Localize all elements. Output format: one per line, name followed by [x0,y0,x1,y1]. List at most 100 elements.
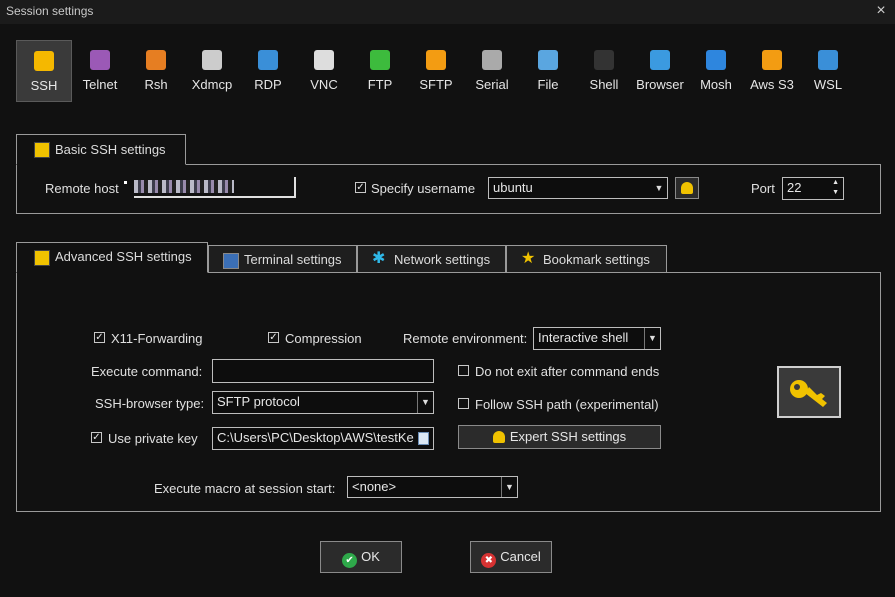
protocol-rsh-button[interactable]: Rsh [128,40,184,102]
protocol-label: Rsh [144,77,168,92]
sftp-icon [426,50,446,70]
remote-host-input[interactable] [124,177,296,199]
key-icon [790,380,827,407]
user-icon [681,182,693,194]
specify-username-label: Specify username [371,181,476,196]
protocol-sftp-button[interactable]: SFTP [408,40,464,102]
remote-host-label: Remote host [45,181,119,196]
telnet-icon [90,50,110,70]
protocol-label: File [537,77,559,92]
vnc-icon [314,50,334,70]
protocol-label: Serial [475,77,509,92]
ssh-browser-type-dropdown[interactable]: SFTP protocol ▼ [212,391,434,414]
remote-environment-value: Interactive shell [538,330,629,345]
private-key-path-value: C:\Users\PC\Desktop\AWS\testKe [217,430,414,445]
window-title: Session settings [6,4,94,18]
port-spinbox[interactable]: 22 ▲ ▼ [782,177,844,200]
execute-macro-dropdown[interactable]: <none> ▼ [347,476,518,498]
protocol-label: WSL [813,77,843,92]
globe-icon [650,50,670,70]
specify-username-checkbox[interactable]: ✓ [355,182,366,193]
use-private-key-checkbox[interactable]: ✓ [91,432,102,443]
network-icon: ✱ [372,250,386,267]
execute-macro-value: <none> [352,479,397,494]
user-settings-icon [492,431,505,443]
protocol-shell-button[interactable]: Shell [576,40,632,102]
x11-forwarding-label: X11-Forwarding [111,331,203,346]
close-icon[interactable]: × [872,2,890,20]
wsl-icon [818,50,838,70]
cancel-label: Cancel [500,549,541,564]
ftp-icon [370,50,390,70]
compression-label: Compression [285,331,362,346]
protocol-label: RDP [254,77,282,92]
protocol-serial-button[interactable]: Serial [464,40,520,102]
chevron-down-icon: ▼ [654,183,664,193]
chevron-down-icon: ▼ [644,328,660,349]
expert-ssh-settings-label: Expert SSH settings [509,429,627,444]
x11-forwarding-checkbox[interactable]: ✓ [94,332,105,343]
user-manager-button[interactable] [675,177,699,199]
protocol-label: Xdmcp [191,77,233,92]
protocol-label: Telnet [82,77,118,92]
key-icon [34,250,50,266]
shell-icon [594,50,614,70]
tab-label: Bookmark settings [543,252,650,267]
follow-ssh-path-checkbox[interactable] [458,398,469,409]
serial-icon [482,50,502,70]
cancel-circle-icon: ✖ [481,553,497,568]
protocol-wsl-button[interactable]: WSL [800,40,856,102]
xdmcp-icon [202,50,222,70]
protocol-vnc-button[interactable]: VNC [296,40,352,102]
private-key-path-input[interactable]: C:\Users\PC\Desktop\AWS\testKe [212,427,434,450]
port-value: 22 [787,180,802,195]
port-label: Port [751,181,775,196]
file-browse-icon[interactable] [418,432,429,445]
tab-network-settings[interactable]: ✱ Network settings [357,245,506,273]
use-private-key-label: Use private key [108,431,198,446]
do-not-exit-label: Do not exit after command ends [475,364,660,379]
compression-checkbox[interactable]: ✓ [268,332,279,343]
protocol-browser-button[interactable]: Browser [632,40,688,102]
execute-command-input[interactable] [212,359,434,383]
execute-command-label: Execute command: [91,364,203,379]
tab-label: Network settings [394,252,491,267]
cancel-button[interactable]: ✖ Cancel [470,541,552,573]
protocol-ftp-button[interactable]: FTP [352,40,408,102]
large-key-icon [777,366,841,418]
tab-basic-ssh-settings[interactable]: Basic SSH settings [16,134,186,165]
execute-macro-label: Execute macro at session start: [154,481,336,496]
chevron-down-icon: ▼ [501,477,517,497]
do-not-exit-checkbox[interactable] [458,365,469,376]
protocol-label: Browser [636,77,684,92]
redacted-host [134,180,234,193]
ok-button[interactable]: ✔ OK [320,541,402,573]
rsh-icon [146,50,166,70]
protocol-aws-s3-button[interactable]: Aws S3 [744,40,800,102]
star-icon: ★ [521,250,536,267]
file-icon [538,50,558,70]
spin-up-icon[interactable]: ▲ [832,179,839,186]
title-bar [0,0,895,24]
protocol-xdmcp-button[interactable]: Xdmcp [184,40,240,102]
rdp-icon [258,50,278,70]
protocol-file-button[interactable]: File [520,40,576,102]
protocol-label: FTP [367,77,393,92]
ssh-browser-type-label: SSH-browser type: [95,396,205,411]
tab-terminal-settings[interactable]: Terminal settings [208,245,357,273]
spin-down-icon[interactable]: ▼ [832,189,839,196]
remote-environment-dropdown[interactable]: Interactive shell ▼ [533,327,661,350]
tab-advanced-ssh-settings[interactable]: Advanced SSH settings [16,242,208,273]
protocol-telnet-button[interactable]: Telnet [72,40,128,102]
tab-bookmark-settings[interactable]: ★ Bookmark settings [506,245,667,273]
expert-ssh-settings-button[interactable]: Expert SSH settings [458,425,661,449]
username-dropdown[interactable]: ubuntu ▼ [488,177,668,199]
protocol-mosh-button[interactable]: Mosh [688,40,744,102]
protocol-rdp-button[interactable]: RDP [240,40,296,102]
tab-label: Advanced SSH settings [55,249,192,264]
protocol-label: SFTP [419,77,453,92]
protocol-label: SSH [30,78,58,93]
protocol-label: VNC [310,77,338,92]
ssh-browser-type-value: SFTP protocol [217,394,300,409]
protocol-ssh-button[interactable]: SSH [16,40,72,102]
